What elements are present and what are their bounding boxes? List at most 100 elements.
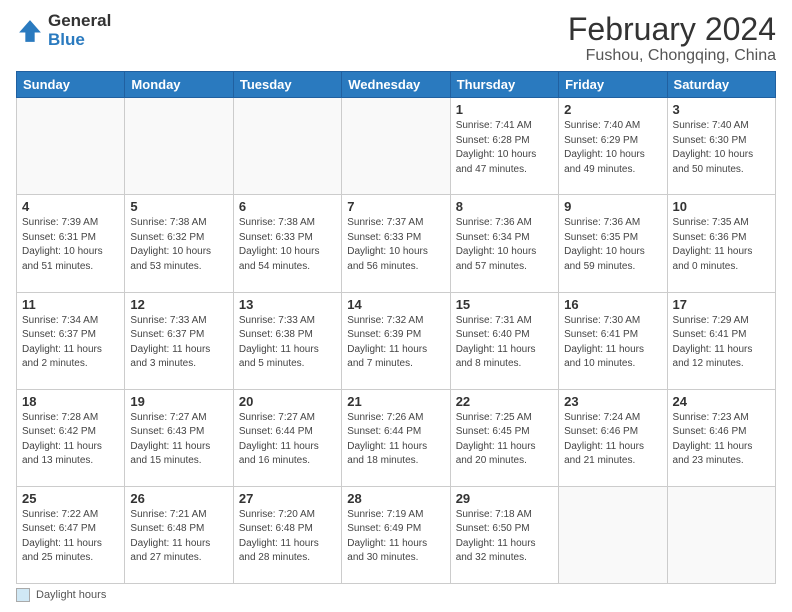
calendar-cell: 19 Sunrise: 7:27 AM Sunset: 6:43 PM Dayli… [125,389,233,486]
calendar-cell: 20Sunrise: 7:27 AM Sunset: 6:44 PM Dayli… [233,389,341,486]
day-number: 3 [673,102,770,117]
day-number: 27 [239,491,336,506]
calendar-cell: 3 Sunrise: 7:40 AM Sunset: 6:30 PM Daylig… [667,98,775,195]
day-info: Sunrise: 7:25 AM Sunset: 6:45 PM Dayligh… [456,411,553,469]
day-info: Sunrise: 7:27 AM Sunset: 6:43 PM Dayligh… [130,411,227,469]
day-info: Sunrise: 7:35 AM Sunset: 6:36 PM Dayligh… [673,216,770,274]
day-info: Sunrise: 7:23 AM Sunset: 6:46 PM Dayligh… [673,411,770,469]
weekday-header-monday: Monday [125,72,233,98]
location-title: Fushou, Chongqing, China [568,47,776,65]
day-info: Sunrise: 7:33 AM Sunset: 6:37 PM Dayligh… [130,314,227,372]
day-number: 7 [347,199,444,214]
calendar-week-1: 1 Sunrise: 7:41 AM Sunset: 6:28 PM Daylig… [17,98,776,195]
logo-general: General [48,11,111,30]
calendar-cell [125,98,233,195]
day-info: Sunrise: 7:27 AM Sunset: 6:44 PM Dayligh… [239,411,336,469]
logo-icon [16,17,44,45]
calendar-cell [233,98,341,195]
title-block: February 2024 Fushou, Chongqing, China [568,12,776,65]
day-info: Sunrise: 7:32 AM Sunset: 6:39 PM Dayligh… [347,314,444,372]
day-number: 13 [239,297,336,312]
day-number: 4 [22,199,119,214]
day-info: Sunrise: 7:21 AM Sunset: 6:48 PM Dayligh… [130,508,227,566]
calendar-cell [342,98,450,195]
weekday-header-wednesday: Wednesday [342,72,450,98]
day-info: Sunrise: 7:30 AM Sunset: 6:41 PM Dayligh… [564,314,661,372]
legend-label: Daylight hours [36,589,106,601]
day-number: 6 [239,199,336,214]
day-number: 9 [564,199,661,214]
day-info: Sunrise: 7:38 AM Sunset: 6:33 PM Dayligh… [239,216,336,274]
day-number: 23 [564,394,661,409]
calendar-cell: 25 Sunrise: 7:22 AM Sunset: 6:47 PM Dayli… [17,486,125,583]
day-number: 12 [130,297,227,312]
calendar-cell: 17 Sunrise: 7:29 AM Sunset: 6:41 PM Dayli… [667,292,775,389]
day-info: Sunrise: 7:28 AM Sunset: 6:42 PM Dayligh… [22,411,119,469]
weekday-header-tuesday: Tuesday [233,72,341,98]
day-info: Sunrise: 7:29 AM Sunset: 6:41 PM Dayligh… [673,314,770,372]
day-number: 24 [673,394,770,409]
day-number: 17 [673,297,770,312]
logo-blue: Blue [48,30,85,49]
day-info: Sunrise: 7:22 AM Sunset: 6:47 PM Dayligh… [22,508,119,566]
day-number: 16 [564,297,661,312]
day-number: 14 [347,297,444,312]
header: General Blue February 2024 Fushou, Chong… [16,12,776,65]
calendar-cell: 14 Sunrise: 7:32 AM Sunset: 6:39 PM Dayli… [342,292,450,389]
legend-box [16,588,30,602]
day-number: 21 [347,394,444,409]
logo: General Blue [16,12,111,49]
calendar-cell [559,486,667,583]
day-number: 11 [22,297,119,312]
day-info: Sunrise: 7:34 AM Sunset: 6:37 PM Dayligh… [22,314,119,372]
day-number: 8 [456,199,553,214]
calendar-cell: 21 Sunrise: 7:26 AM Sunset: 6:44 PM Dayli… [342,389,450,486]
day-info: Sunrise: 7:41 AM Sunset: 6:28 PM Dayligh… [456,119,553,177]
calendar-cell: 6 Sunrise: 7:38 AM Sunset: 6:33 PM Daylig… [233,195,341,292]
day-info: Sunrise: 7:40 AM Sunset: 6:29 PM Dayligh… [564,119,661,177]
day-number: 29 [456,491,553,506]
day-number: 25 [22,491,119,506]
calendar-cell: 9 Sunrise: 7:36 AM Sunset: 6:35 PM Daylig… [559,195,667,292]
calendar-table: SundayMondayTuesdayWednesdayThursdayFrid… [16,71,776,584]
calendar-week-5: 25 Sunrise: 7:22 AM Sunset: 6:47 PM Dayli… [17,486,776,583]
weekday-header-row: SundayMondayTuesdayWednesdayThursdayFrid… [17,72,776,98]
day-info: Sunrise: 7:31 AM Sunset: 6:40 PM Dayligh… [456,314,553,372]
calendar-cell: 2 Sunrise: 7:40 AM Sunset: 6:29 PM Daylig… [559,98,667,195]
calendar-cell: 29Sunrise: 7:18 AM Sunset: 6:50 PM Dayli… [450,486,558,583]
calendar-cell [17,98,125,195]
calendar-cell: 10Sunrise: 7:35 AM Sunset: 6:36 PM Dayli… [667,195,775,292]
day-number: 26 [130,491,227,506]
day-number: 2 [564,102,661,117]
day-number: 18 [22,394,119,409]
calendar-cell: 13 Sunrise: 7:33 AM Sunset: 6:38 PM Dayli… [233,292,341,389]
calendar-cell: 27 Sunrise: 7:20 AM Sunset: 6:48 PM Dayli… [233,486,341,583]
day-info: Sunrise: 7:26 AM Sunset: 6:44 PM Dayligh… [347,411,444,469]
page: General Blue February 2024 Fushou, Chong… [0,0,792,612]
calendar-cell: 1 Sunrise: 7:41 AM Sunset: 6:28 PM Daylig… [450,98,558,195]
calendar-cell: 11 Sunrise: 7:34 AM Sunset: 6:37 PM Dayli… [17,292,125,389]
day-info: Sunrise: 7:33 AM Sunset: 6:38 PM Dayligh… [239,314,336,372]
day-info: Sunrise: 7:38 AM Sunset: 6:32 PM Dayligh… [130,216,227,274]
day-number: 1 [456,102,553,117]
day-number: 19 [130,394,227,409]
calendar-cell: 23 Sunrise: 7:24 AM Sunset: 6:46 PM Dayli… [559,389,667,486]
day-info: Sunrise: 7:24 AM Sunset: 6:46 PM Dayligh… [564,411,661,469]
day-number: 15 [456,297,553,312]
day-info: Sunrise: 7:36 AM Sunset: 6:35 PM Dayligh… [564,216,661,274]
calendar-cell: 28Sunrise: 7:19 AM Sunset: 6:49 PM Dayli… [342,486,450,583]
day-info: Sunrise: 7:40 AM Sunset: 6:30 PM Dayligh… [673,119,770,177]
calendar-cell: 16 Sunrise: 7:30 AM Sunset: 6:41 PM Dayli… [559,292,667,389]
calendar-week-4: 18 Sunrise: 7:28 AM Sunset: 6:42 PM Dayli… [17,389,776,486]
day-info: Sunrise: 7:20 AM Sunset: 6:48 PM Dayligh… [239,508,336,566]
day-info: Sunrise: 7:36 AM Sunset: 6:34 PM Dayligh… [456,216,553,274]
calendar-cell: 4Sunrise: 7:39 AM Sunset: 6:31 PM Daylig… [17,195,125,292]
calendar-cell [667,486,775,583]
weekday-header-friday: Friday [559,72,667,98]
calendar-cell: 5 Sunrise: 7:38 AM Sunset: 6:32 PM Daylig… [125,195,233,292]
month-title: February 2024 [568,12,776,47]
calendar-cell: 26 Sunrise: 7:21 AM Sunset: 6:48 PM Dayli… [125,486,233,583]
day-number: 5 [130,199,227,214]
calendar-cell: 8 Sunrise: 7:36 AM Sunset: 6:34 PM Daylig… [450,195,558,292]
weekday-header-sunday: Sunday [17,72,125,98]
